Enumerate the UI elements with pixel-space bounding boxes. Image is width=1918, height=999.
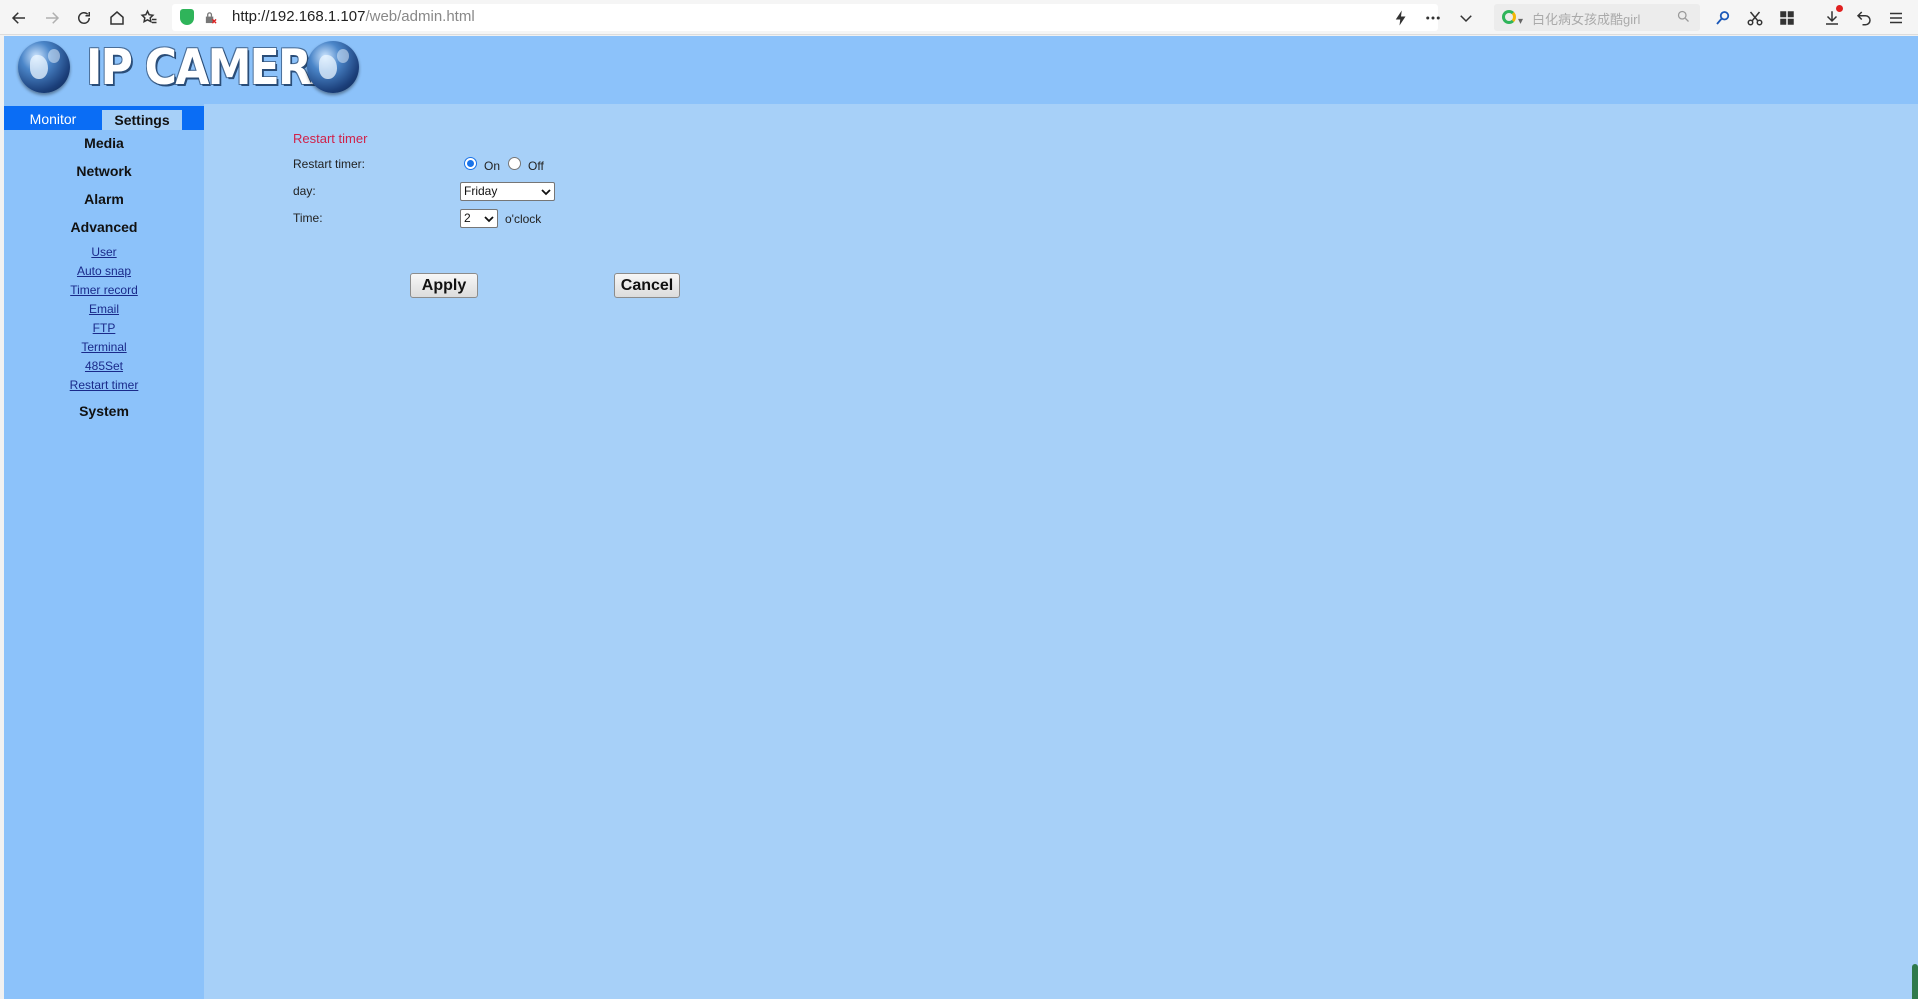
chevron-down-icon: [541, 189, 551, 196]
chevron-down-icon: ▾: [1518, 16, 1524, 27]
download-icon[interactable]: [1819, 5, 1845, 31]
url-host: http://192.168.1.107: [232, 8, 366, 25]
globe-icon: [307, 41, 359, 93]
chevron-down-icon: [484, 216, 494, 223]
restart-timer-off-radio[interactable]: [508, 157, 521, 170]
menu-media[interactable]: Media: [4, 135, 204, 151]
time-suffix: o'clock: [505, 212, 542, 226]
menu-network[interactable]: Network: [4, 163, 204, 179]
globe-icon: [18, 41, 70, 93]
menu-icon[interactable]: [1883, 5, 1909, 31]
sidebar-item-ftp[interactable]: FTP: [4, 321, 204, 335]
header-banner: IP CAMERA: [4, 36, 1918, 104]
notification-dot: [1836, 5, 1843, 12]
camera-admin-page: IP CAMERA Monitor Settings Media Network…: [4, 36, 1918, 999]
section-title: Restart timer: [293, 131, 368, 146]
url-path: /web/admin.html: [365, 8, 475, 25]
more-dots-icon[interactable]: [1420, 5, 1446, 31]
restart-timer-on-radio[interactable]: [464, 157, 477, 170]
tab-monitor[interactable]: Monitor: [4, 108, 102, 130]
forward-icon[interactable]: [39, 5, 65, 31]
browser-toolbar: http://192.168.1.107/web/admin.html ▾ 白化…: [0, 0, 1918, 35]
sidebar-item-user[interactable]: User: [4, 245, 204, 259]
back-icon[interactable]: [6, 5, 32, 31]
shield-icon: [180, 9, 194, 25]
day-select-value: Friday: [464, 184, 498, 198]
menu-system[interactable]: System: [4, 403, 204, 419]
url-text: http://192.168.1.107/web/admin.html: [232, 8, 475, 25]
sidebar-item-auto-snap[interactable]: Auto snap: [4, 264, 204, 278]
sidebar-item-terminal[interactable]: Terminal: [4, 340, 204, 354]
menu-advanced[interactable]: Advanced: [4, 219, 204, 235]
sidebar-item-restart-timer[interactable]: Restart timer: [4, 378, 204, 392]
bookmark-star-icon[interactable]: [136, 5, 162, 31]
cancel-button[interactable]: Cancel: [614, 273, 680, 298]
scroll-indicator[interactable]: [1912, 964, 1918, 999]
apps-grid-icon[interactable]: [1774, 5, 1800, 31]
chevron-down-icon[interactable]: [1453, 5, 1479, 31]
home-icon[interactable]: [104, 5, 130, 31]
sidebar-item-email[interactable]: Email: [4, 302, 204, 316]
search-engine-icon: [1502, 10, 1516, 24]
tab-bar: Monitor Settings: [4, 106, 204, 130]
browser-search-input[interactable]: ▾ 白化病女孩成酷girl: [1494, 4, 1700, 31]
scissors-icon[interactable]: [1742, 5, 1768, 31]
search-icon[interactable]: [1676, 9, 1692, 25]
time-select-value: 2: [464, 211, 471, 225]
undo-icon[interactable]: [1851, 5, 1877, 31]
time-label: Time:: [293, 211, 323, 225]
sidebar: Monitor Settings Media Network Alarm Adv…: [4, 104, 204, 999]
restart-timer-label: Restart timer:: [293, 157, 366, 171]
radio-on-label: On: [484, 159, 501, 173]
day-label: day:: [293, 184, 316, 198]
sidebar-item-timer-record[interactable]: Timer record: [4, 283, 204, 297]
insecure-lock-icon: [204, 11, 217, 24]
address-bar[interactable]: http://192.168.1.107/web/admin.html: [172, 4, 1438, 31]
logo-text: IP CAMERA: [86, 39, 344, 96]
day-select[interactable]: Friday: [460, 182, 555, 201]
reload-icon[interactable]: [71, 5, 97, 31]
radio-off-label: Off: [528, 159, 544, 173]
search-placeholder: 白化病女孩成酷girl: [1532, 12, 1641, 27]
tab-settings[interactable]: Settings: [102, 108, 182, 130]
find-icon[interactable]: [1710, 5, 1736, 31]
lightning-icon[interactable]: [1388, 5, 1414, 31]
sidebar-item-485set[interactable]: 485Set: [4, 359, 204, 373]
time-select[interactable]: 2: [460, 209, 498, 228]
menu-alarm[interactable]: Alarm: [4, 191, 204, 207]
apply-button[interactable]: Apply: [410, 273, 478, 298]
